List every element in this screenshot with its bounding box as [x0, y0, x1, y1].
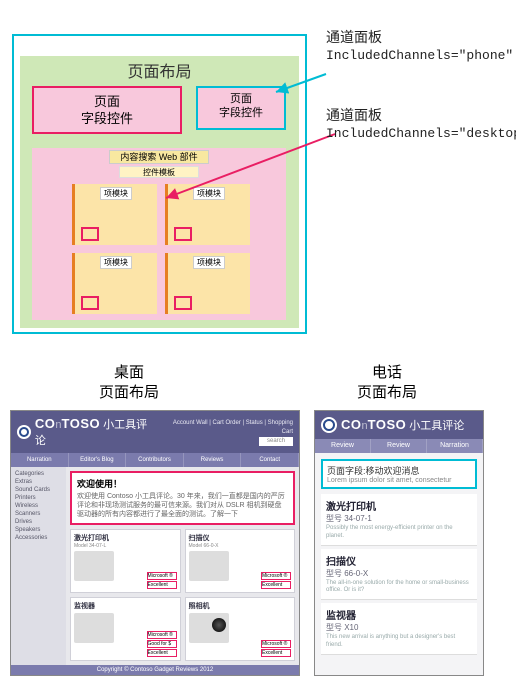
product-grid: 激光打印机Model 34-07-LMicrosoft ®Excellent扫描…	[70, 529, 295, 661]
annotation-desktop-channel: 通道面板 IncludedChannels="desktop"	[326, 106, 516, 142]
product-model: 型号 X10	[326, 622, 472, 633]
product-desc: Possibly the most energy-efficient print…	[326, 525, 472, 541]
product-model: Model 66-0-X	[189, 543, 292, 549]
nav-item[interactable]: Review	[371, 439, 427, 453]
category-sidebar[interactable]: CategoriesExtrasSound CardsPrintersWirel…	[11, 467, 66, 665]
sidebar-item[interactable]: Wireless	[15, 502, 62, 510]
highlight-box	[81, 227, 99, 241]
nav-item[interactable]: Reviews	[184, 453, 242, 467]
rating-tag: Microsoft ®	[147, 572, 177, 580]
highlight-box	[174, 296, 192, 310]
rating-tag: Microsoft ®	[261, 640, 291, 648]
product-name: 监视器	[326, 607, 472, 622]
rating-tag: Excellent	[261, 581, 291, 589]
nav-item[interactable]: Contact	[241, 453, 299, 467]
rating-tag: Good for $	[147, 640, 177, 648]
welcome-body: 欢迎使用 Contoso 小工具评论。30 年来，我们一直都是国内的严厉评论和非…	[77, 492, 288, 519]
welcome-panel: 欢迎使用！ 欢迎使用 Contoso 小工具评论。30 年来，我们一直都是国内的…	[70, 471, 295, 525]
highlight-box	[81, 296, 99, 310]
product-list-item[interactable]: 监视器型号 X10This new arrival is anything bu…	[321, 603, 477, 655]
product-card[interactable]: 监视器 Microsoft ®Good for $Excellent	[70, 597, 181, 661]
rating-tag: Excellent	[261, 649, 291, 657]
product-model: Model 34-07-L	[74, 543, 177, 549]
site-header: COnTOSO 小工具评论 Account Wall | Cart Order …	[11, 411, 299, 453]
page-field-control-desktop: 页面 字段控件	[32, 86, 182, 134]
product-name: 激光打印机	[74, 533, 177, 543]
product-desc: This new arrival is anything but a desig…	[326, 634, 472, 650]
rating-tag: Microsoft ®	[261, 572, 291, 580]
logo-icon	[17, 425, 31, 439]
main-nav[interactable]: NarrationEditor's BlogContributorsReview…	[11, 453, 299, 467]
desktop-preview: COnTOSO 小工具评论 Account Wall | Cart Order …	[10, 410, 300, 676]
product-card[interactable]: 激光打印机Model 34-07-L Microsoft ®Excellent	[70, 529, 181, 593]
item-template: 项模块	[72, 184, 157, 245]
item-template: 项模块	[165, 253, 250, 314]
layout-diagram: 页面布局 页面 字段控件 页面 字段控件 内容搜索 Web 部件 控件模板 项模…	[0, 0, 516, 345]
desktop-preview-title: 桌面 页面布局	[99, 363, 159, 402]
header-links[interactable]: Account Wall | Cart Order | Status | Sho…	[161, 419, 293, 446]
site-brand: COnTOSO 小工具评论	[35, 416, 157, 448]
sidebar-item[interactable]: Sound Cards	[15, 486, 62, 494]
product-list-item[interactable]: 扫描仪型号 66-0-XThe all-in-one solution for …	[321, 549, 477, 601]
preview-section: 桌面 页面布局 电话 页面布局 COnTOSO 小工具评论 Account Wa…	[0, 345, 516, 694]
page-layout-title: 页面布局	[20, 58, 299, 82]
arrow-phone	[270, 70, 330, 102]
rating-tag: Excellent	[147, 581, 177, 589]
product-image	[74, 613, 114, 643]
product-card[interactable]: 照相机 Microsoft ®Excellent	[185, 597, 296, 661]
product-list-item[interactable]: 激光打印机型号 34-07-1Possibly the most energy-…	[321, 494, 477, 546]
sidebar-item[interactable]: Printers	[15, 494, 62, 502]
sidebar-item[interactable]: Drives	[15, 518, 62, 526]
product-desc: The all-in-one solution for the home or …	[326, 580, 472, 596]
product-image	[74, 551, 114, 581]
main-nav[interactable]: ReviewReviewNarration	[315, 439, 483, 453]
welcome-title: 页面字段:移动欢迎消息	[327, 464, 471, 477]
nav-item[interactable]: Editor's Blog	[69, 453, 127, 467]
welcome-sub: Lorem ipsum dolor sit amet, consectetur	[327, 477, 471, 484]
annotation-phone-channel: 通道面板 IncludedChannels="phone"	[326, 28, 516, 64]
nav-item[interactable]: Narration	[427, 439, 483, 453]
arrow-desktop	[160, 130, 340, 210]
logo-icon	[321, 417, 337, 433]
site-footer: Copyright © Contoso Gadget Reviews 2012	[11, 665, 299, 675]
item-template: 项模块	[72, 253, 157, 314]
phone-preview: COnTOSO 小工具评论 ReviewReviewNarration 页面字段…	[314, 410, 484, 676]
welcome-title: 欢迎使用！	[77, 477, 288, 490]
product-card[interactable]: 扫描仪Model 66-0-X Microsoft ®Excellent	[185, 529, 296, 593]
product-model: 型号 34-07-1	[326, 513, 472, 524]
product-name: 扫描仪	[189, 533, 292, 543]
sidebar-item[interactable]: Scanners	[15, 510, 62, 518]
nav-item[interactable]: Contributors	[126, 453, 184, 467]
sidebar-item[interactable]: Extras	[15, 478, 62, 486]
product-image	[189, 551, 229, 581]
product-name: 激光打印机	[326, 498, 472, 513]
site-brand: COnTOSO 小工具评论	[341, 417, 464, 433]
sidebar-item[interactable]: Accessories	[15, 534, 62, 542]
rating-tag: Excellent	[147, 649, 177, 657]
sidebar-item[interactable]: Speakers	[15, 526, 62, 534]
sidebar-item[interactable]: Categories	[15, 470, 62, 478]
nav-item[interactable]: Narration	[11, 453, 69, 467]
product-name: 扫描仪	[326, 553, 472, 568]
product-name: 监视器	[74, 601, 177, 611]
product-image	[189, 613, 229, 643]
rating-tag: Microsoft ®	[147, 631, 177, 639]
product-name: 照相机	[189, 601, 292, 611]
product-list: 激光打印机型号 34-07-1Possibly the most energy-…	[321, 494, 477, 655]
nav-item[interactable]: Review	[315, 439, 371, 453]
phone-preview-title: 电话 页面布局	[357, 363, 417, 402]
site-header: COnTOSO 小工具评论	[315, 411, 483, 439]
mobile-welcome-field: 页面字段:移动欢迎消息 Lorem ipsum dolor sit amet, …	[321, 459, 477, 489]
product-model: 型号 66-0-X	[326, 568, 472, 579]
highlight-box	[174, 227, 192, 241]
